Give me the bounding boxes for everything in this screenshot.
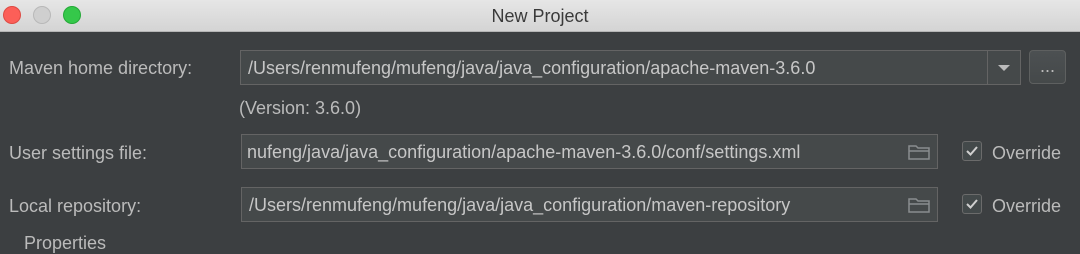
window-title: New Project xyxy=(491,6,589,26)
local-repository-override-checkbox[interactable] xyxy=(962,194,982,214)
local-repository-field[interactable]: /Users/renmufeng/mufeng/java/java_config… xyxy=(241,187,938,222)
folder-icon[interactable] xyxy=(908,144,930,160)
user-settings-override-checkbox[interactable] xyxy=(962,141,982,161)
folder-icon[interactable] xyxy=(908,197,930,213)
checkmark-icon xyxy=(966,199,978,209)
local-repository-label: Local repository: xyxy=(9,196,142,216)
maven-version-text: (Version: 3.6.0) xyxy=(239,98,362,118)
user-settings-value: nufeng/java/java_configuration/apache-ma… xyxy=(247,142,801,162)
window-titlebar: New Project xyxy=(0,0,1080,32)
properties-section-title: Properties xyxy=(24,233,107,253)
user-settings-label: User settings file: xyxy=(9,143,148,163)
local-repository-value: /Users/renmufeng/mufeng/java/java_config… xyxy=(249,195,791,215)
maven-home-combobox[interactable]: /Users/renmufeng/mufeng/java/java_config… xyxy=(240,50,1021,85)
maven-home-browse-button[interactable]: ... xyxy=(1029,50,1066,84)
maven-home-label: Maven home directory: xyxy=(9,58,193,78)
checkmark-icon xyxy=(966,146,978,156)
maven-home-dropdown-button[interactable] xyxy=(987,51,1020,84)
user-settings-override-label[interactable]: Override xyxy=(992,142,1061,164)
chevron-down-icon xyxy=(998,64,1010,71)
user-settings-field[interactable]: nufeng/java/java_configuration/apache-ma… xyxy=(241,134,938,169)
maven-home-value: /Users/renmufeng/mufeng/java/java_config… xyxy=(248,58,816,78)
local-repository-override-label[interactable]: Override xyxy=(992,195,1061,217)
